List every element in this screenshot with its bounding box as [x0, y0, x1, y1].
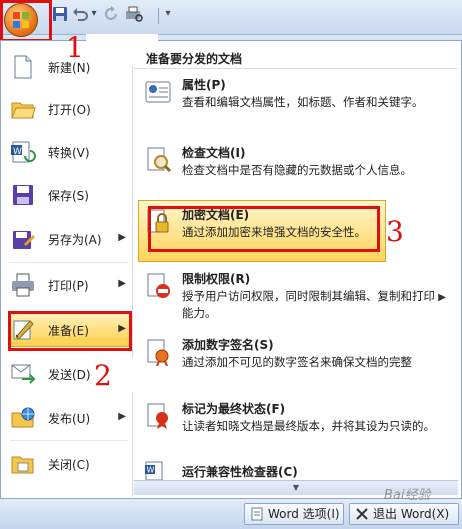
prepare-item-description: 检查文档中是否有隐藏的元数据或个人信息。 — [182, 163, 412, 177]
right-panel-header: 准备要分发的文档 — [134, 48, 458, 69]
step3-highlight-box — [148, 206, 380, 252]
menu-item-label: 发布(U) — [48, 412, 91, 426]
menu-item-save[interactable]: 保存(S) — [6, 176, 132, 214]
watermark: Bai经验 — [384, 488, 431, 503]
prepare-item-title: 运行兼容性检查器(C) — [182, 465, 298, 479]
save-icon — [13, 185, 33, 205]
menu-item-close[interactable]: 关闭(C) — [6, 445, 132, 483]
svg-text:W: W — [13, 147, 22, 157]
word-options-button[interactable]: Word 选项(I) — [244, 503, 344, 525]
submenu-arrow-icon: ▶ — [118, 278, 126, 289]
send-icon — [11, 364, 36, 384]
svg-text:W: W — [147, 466, 155, 475]
prepare-item-properties[interactable]: 属性(P) 查看和编辑文档属性，如标题、作者和关键字。 — [138, 74, 456, 134]
step1-highlight-box — [0, 0, 52, 42]
exit-word-button[interactable]: 退出 Word(X) — [349, 503, 459, 525]
restrict-permission-icon — [147, 273, 170, 298]
save-icon[interactable] — [52, 6, 68, 22]
menu-separator — [10, 262, 128, 263]
convert-icon: W — [11, 141, 36, 163]
prepare-item-signature[interactable]: 添加数字签名(S) 通过添加不可见的数字签名来确保文档的完整 — [138, 334, 456, 392]
prepare-item-restrict[interactable]: 限制权限(R) 授予用户访问权限，同时限制其编辑、复制和打印能力。 ▶ — [138, 268, 456, 326]
menu-item-new[interactable]: 新建(N) — [6, 48, 132, 86]
prepare-item-mark-final[interactable]: 标记为最终状态(F) 让读者知晓文档是最终版本，并将其设为只读的。 — [138, 398, 456, 456]
print-preview-icon[interactable] — [124, 6, 144, 22]
menu-item-label: 另存为(A) — [48, 233, 102, 247]
prepare-item-description: 让读者知晓文档是最终版本，并将其设为只读的。 — [182, 419, 435, 433]
redo-icon[interactable] — [104, 6, 120, 22]
prepare-item-title: 检查文档(I) — [182, 146, 246, 160]
prepare-item-description: 授予用户访问权限，同时限制其编辑、复制和打印能力。 — [182, 289, 435, 320]
prepare-item-inspect[interactable]: 检查文档(I) 检查文档中是否有隐藏的元数据或个人信息。 — [138, 142, 456, 190]
menu-item-label: 发送(D) — [48, 368, 91, 382]
prepare-item-compatibility[interactable]: W 运行兼容性检查器(C) — [138, 460, 456, 482]
menu-separator — [10, 440, 128, 441]
options-page-icon — [251, 507, 263, 521]
open-folder-icon — [11, 102, 36, 119]
menu-item-save-as[interactable]: 另存为(A) ▶ — [6, 220, 132, 258]
mark-final-icon — [147, 403, 168, 429]
undo-dropdown-icon[interactable]: ▾ — [88, 6, 100, 22]
inspect-document-icon — [147, 147, 172, 173]
quick-access-toolbar — [0, 0, 462, 35]
menu-item-open[interactable]: 打开(O) — [6, 90, 132, 128]
printer-icon — [12, 273, 34, 297]
submenu-arrow-icon: ▶ — [118, 232, 126, 243]
publish-icon — [11, 407, 35, 428]
menu-item-label: 打开(O) — [48, 103, 91, 117]
submenu-arrow-icon: ▶ — [438, 292, 446, 303]
toolbar-separator — [158, 8, 159, 24]
prepare-item-title: 标记为最终状态(F) — [182, 402, 286, 416]
save-as-icon — [13, 231, 35, 249]
right-panel-title: 准备要分发的文档 — [146, 52, 243, 66]
menu-item-publish[interactable]: 发布(U) ▶ — [6, 399, 132, 437]
undo-icon[interactable] — [72, 6, 88, 22]
annotation-step2: 2 — [94, 359, 112, 392]
customize-dropdown-icon[interactable]: ▾ — [162, 6, 174, 22]
menu-item-label: 打印(P) — [48, 279, 89, 293]
annotation-step3: 3 — [386, 215, 404, 248]
prepare-item-description: 查看和编辑文档属性，如标题、作者和关键字。 — [182, 95, 424, 109]
close-x-icon — [356, 508, 368, 520]
menu-item-print[interactable]: 打印(P) ▶ — [6, 266, 132, 304]
menu-item-label: 转换(V) — [48, 146, 90, 160]
prepare-item-title: 添加数字签名(S) — [182, 338, 274, 352]
prepare-item-description: 通过添加不可见的数字签名来确保文档的完整 — [182, 355, 412, 369]
menu-item-label: 新建(N) — [48, 61, 91, 75]
menu-item-label: 保存(S) — [48, 189, 89, 203]
close-folder-icon — [11, 456, 34, 474]
menu-item-convert[interactable]: W 转换(V) — [6, 133, 132, 171]
digital-signature-icon — [147, 339, 169, 366]
word-options-label: Word 选项(I) — [268, 507, 340, 521]
step2-highlight-box — [8, 311, 132, 351]
menu-item-label: 关闭(C) — [48, 458, 90, 472]
submenu-arrow-icon: ▶ — [118, 411, 126, 422]
prepare-item-title: 属性(P) — [182, 78, 226, 92]
compatibility-checker-icon: W — [145, 461, 163, 481]
exit-word-label: 退出 Word(X) — [373, 507, 450, 521]
prepare-item-title: 限制权限(R) — [182, 272, 251, 286]
new-document-icon — [14, 55, 32, 79]
properties-icon — [145, 81, 171, 103]
